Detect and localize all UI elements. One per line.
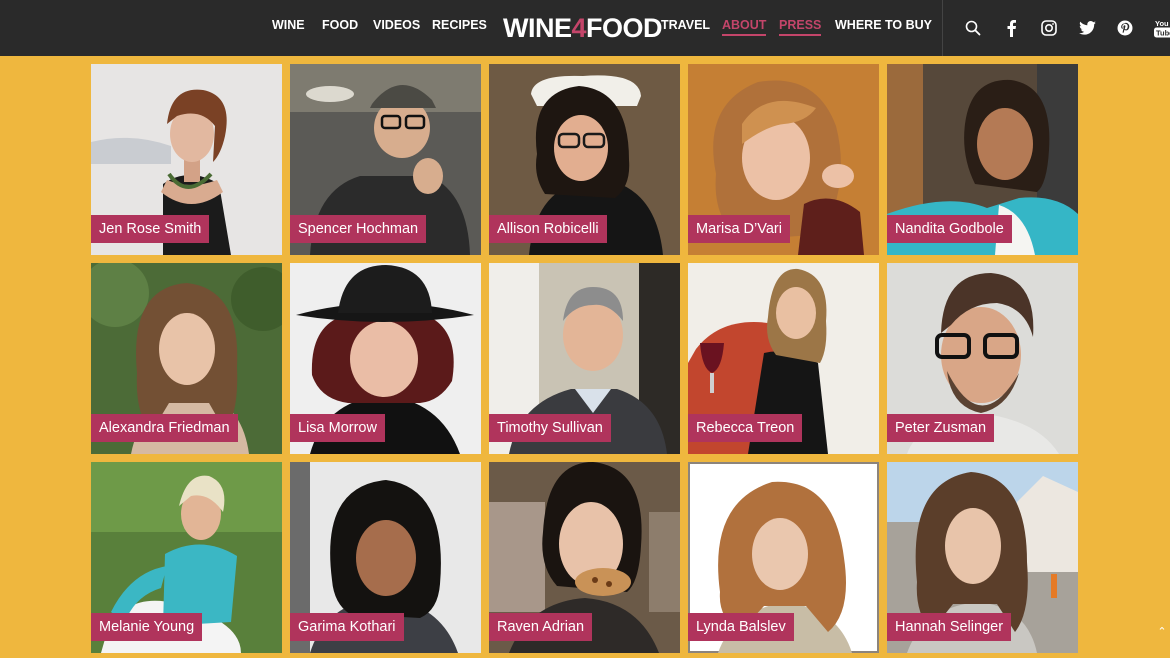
nav-press[interactable]: PRESS bbox=[779, 18, 822, 36]
nav-about[interactable]: ABOUT bbox=[722, 18, 767, 36]
logo-food: FOOD bbox=[586, 13, 663, 43]
contributor-name: Nandita Godbole bbox=[887, 215, 1012, 243]
contributor-card-nandita-godbole[interactable]: Nandita Godbole bbox=[887, 64, 1078, 255]
contributor-name: Allison Robicelli bbox=[489, 215, 607, 243]
contributors-grid: Jen Rose Smith Spencer Hochman Allison R… bbox=[91, 64, 1079, 654]
contributor-card-rebecca-treon[interactable]: Rebecca Treon bbox=[688, 263, 879, 454]
nav-videos[interactable]: VIDEOS bbox=[373, 18, 420, 36]
contributor-name: Jen Rose Smith bbox=[91, 215, 210, 243]
contributor-card-melanie-young[interactable]: Melanie Young bbox=[91, 462, 282, 653]
contributor-name: Lynda Balslev bbox=[688, 613, 794, 641]
pinterest-icon[interactable] bbox=[1114, 17, 1136, 39]
contributor-name: Rebecca Treon bbox=[688, 414, 803, 442]
contributor-card-hannah-selinger[interactable]: Hannah Selinger bbox=[887, 462, 1078, 653]
contributor-name: Raven Adrian bbox=[489, 613, 593, 641]
scroll-to-top-chevron-up-icon[interactable]: ⌃ bbox=[1156, 626, 1168, 638]
contributor-card-peter-zusman[interactable]: Peter Zusman bbox=[887, 263, 1078, 454]
contributor-card-jen-rose-smith[interactable]: Jen Rose Smith bbox=[91, 64, 282, 255]
svg-text:You: You bbox=[1155, 19, 1169, 28]
contributor-card-garima-kothari[interactable]: Garima Kothari bbox=[290, 462, 481, 653]
contributor-card-timothy-sullivan[interactable]: Timothy Sullivan bbox=[489, 263, 680, 454]
top-navigation-bar: WINE FOOD VIDEOS RECIPES WINE4FOOD TRAVE… bbox=[0, 0, 1170, 56]
contributor-name: Peter Zusman bbox=[887, 414, 995, 442]
facebook-icon[interactable] bbox=[1000, 17, 1022, 39]
search-icon[interactable] bbox=[962, 17, 984, 39]
logo-wine: WINE bbox=[503, 13, 572, 43]
contributor-name: Melanie Young bbox=[91, 613, 203, 641]
contributor-card-raven-adrian[interactable]: Raven Adrian bbox=[489, 462, 680, 653]
contributor-name: Spencer Hochman bbox=[290, 215, 427, 243]
contributor-card-marisa-dvari[interactable]: Marisa D’Vari bbox=[688, 64, 879, 255]
nav-divider bbox=[942, 0, 943, 56]
youtube-icon[interactable]: You Tube bbox=[1154, 17, 1170, 39]
instagram-icon[interactable] bbox=[1038, 17, 1060, 39]
contributor-name: Timothy Sullivan bbox=[489, 414, 611, 442]
contributor-name: Hannah Selinger bbox=[887, 613, 1012, 641]
svg-text:Tube: Tube bbox=[1156, 29, 1170, 38]
contributor-card-alexandra-friedman[interactable]: Alexandra Friedman bbox=[91, 263, 282, 454]
contributor-card-spencer-hochman[interactable]: Spencer Hochman bbox=[290, 64, 481, 255]
contributor-name: Marisa D’Vari bbox=[688, 215, 790, 243]
contributor-card-lynda-balslev[interactable]: Lynda Balslev bbox=[688, 462, 879, 653]
nav-travel[interactable]: TRAVEL bbox=[661, 18, 710, 36]
contributor-card-lisa-morrow[interactable]: Lisa Morrow bbox=[290, 263, 481, 454]
contributor-name: Alexandra Friedman bbox=[91, 414, 238, 442]
contributor-name: Garima Kothari bbox=[290, 613, 404, 641]
contributor-name: Lisa Morrow bbox=[290, 414, 385, 442]
logo-four: 4 bbox=[571, 13, 587, 43]
site-logo[interactable]: WINE4FOOD bbox=[503, 10, 663, 46]
twitter-icon[interactable] bbox=[1076, 17, 1098, 39]
nav-recipes[interactable]: RECIPES bbox=[432, 18, 487, 36]
nav-food[interactable]: FOOD bbox=[322, 18, 358, 36]
nav-wine[interactable]: WINE bbox=[272, 18, 305, 36]
nav-where-to-buy[interactable]: WHERE TO BUY bbox=[835, 18, 932, 36]
contributor-card-allison-robicelli[interactable]: Allison Robicelli bbox=[489, 64, 680, 255]
